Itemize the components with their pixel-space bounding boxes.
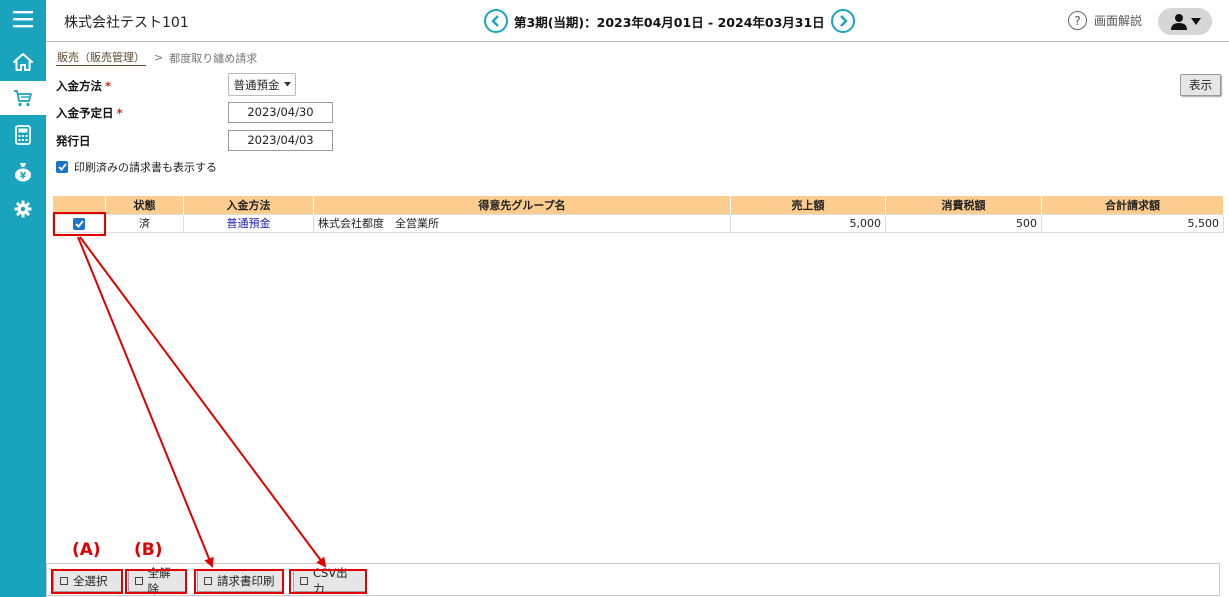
arrow-to-csv-button [79,236,327,568]
arrow-to-print-button [77,236,214,568]
annotation-arrows [77,236,327,568]
